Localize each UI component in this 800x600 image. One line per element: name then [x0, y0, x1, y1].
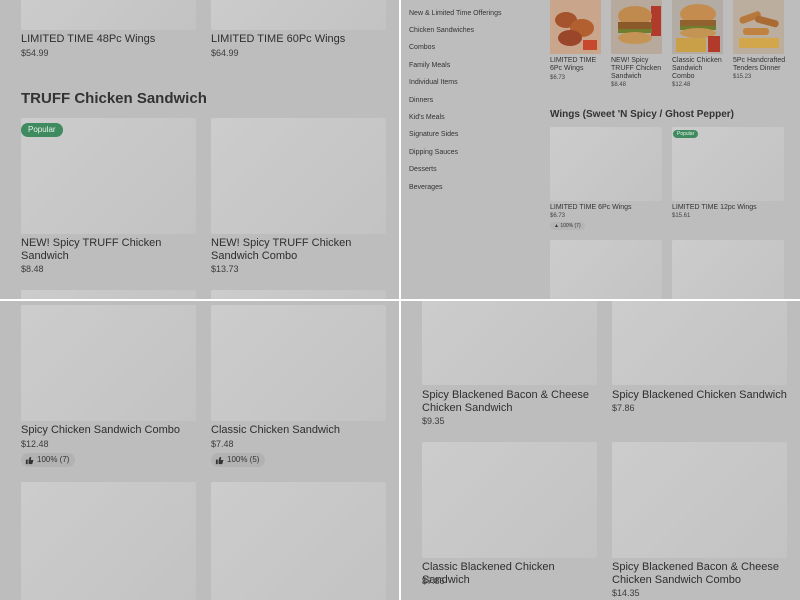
sidebar-item-family-meals[interactable]: Family Meals — [409, 62, 450, 69]
thumbs-up-icon — [25, 456, 34, 464]
featured-item-price: $15.23 — [733, 74, 752, 80]
popular-badge: Popular — [673, 130, 699, 138]
featured-item-price: $8.48 — [611, 82, 627, 88]
featured-item-image-wings[interactable] — [550, 0, 601, 54]
thumbs-up-icon: ▲ — [554, 223, 559, 229]
quadrant-bottom-right: Spicy Blackened Bacon & Cheese Chicken S… — [400, 300, 800, 600]
sidebar-item-kids-meals[interactable]: Kid's Meals — [409, 114, 445, 121]
item-price: $7.48 — [211, 439, 234, 449]
featured-item-name[interactable]: Classic Chicken Sandwich Combo — [672, 57, 724, 81]
item-name[interactable]: Classic Chicken Sandwich — [211, 424, 340, 437]
item-image[interactable] — [211, 305, 386, 421]
item-image[interactable] — [21, 482, 196, 600]
sidebar-item-signature-sides[interactable]: Signature Sides — [409, 131, 458, 138]
sidebar-item-new-limited[interactable]: New & Limited Time Offerings — [409, 10, 501, 17]
sidebar-item-dipping-sauces[interactable]: Dipping Sauces — [409, 149, 458, 156]
item-price: $14.35 — [612, 588, 640, 598]
featured-item-image-combo[interactable] — [672, 0, 723, 54]
sidebar-item-desserts[interactable]: Desserts — [409, 166, 437, 173]
item-name[interactable]: LIMITED TIME 6Pc Wings — [550, 204, 632, 212]
rating-badge: 100% (7) — [21, 453, 76, 467]
item-image[interactable] — [211, 0, 386, 30]
popular-badge: Popular — [21, 123, 63, 137]
item-price: $9.35 — [422, 416, 445, 426]
featured-item-name[interactable]: LIMITED TIME 6Pc Wings — [550, 57, 602, 73]
item-name[interactable]: NEW! Spicy TRUFF Chicken Sandwich — [21, 237, 191, 263]
item-image[interactable] — [21, 0, 196, 30]
item-image[interactable] — [422, 442, 597, 558]
featured-item-price: $6.73 — [550, 75, 566, 81]
quadrant-top-left: LIMITED TIME 48Pc Wings $54.99 LIMITED T… — [0, 0, 400, 300]
quadrant-divider-horizontal — [0, 299, 800, 301]
item-image[interactable] — [422, 300, 597, 385]
item-image[interactable] — [211, 118, 386, 234]
item-name[interactable]: LIMITED TIME 12pc Wings — [672, 204, 757, 212]
item-price: $15.61 — [672, 213, 691, 219]
item-image[interactable] — [211, 482, 386, 600]
featured-item-image-sandwich[interactable] — [611, 0, 662, 54]
item-name[interactable]: Spicy Blackened Chicken Sandwich — [612, 389, 792, 402]
item-price: $54.99 — [21, 48, 49, 58]
item-price: $7.86 — [612, 403, 635, 413]
rating-text: 100% (7) — [37, 455, 70, 464]
item-name[interactable]: LIMITED TIME 60Pc Wings — [211, 33, 345, 46]
sidebar-item-individual-items[interactable]: Individual Items — [409, 79, 458, 86]
item-price: $6.73 — [550, 213, 566, 219]
item-name[interactable]: LIMITED TIME 48Pc Wings — [21, 33, 155, 46]
featured-item-name[interactable]: 5Pc Handcrafted Tenders Dinner — [733, 57, 791, 73]
item-image[interactable] — [672, 240, 784, 300]
featured-item-image-tenders[interactable] — [733, 0, 784, 54]
item-price: $7.86 — [422, 576, 445, 586]
item-image[interactable] — [550, 127, 662, 201]
item-price: $64.99 — [211, 48, 239, 58]
item-name[interactable]: Spicy Blackened Bacon & Cheese Chicken S… — [422, 389, 597, 415]
section-title: Wings (Sweet 'N Spicy / Ghost Pepper) — [550, 109, 734, 120]
item-image[interactable] — [550, 240, 662, 300]
item-name[interactable]: Spicy Chicken Sandwich Combo — [21, 424, 180, 437]
sidebar-item-chicken-sandwiches[interactable]: Chicken Sandwiches — [409, 27, 474, 34]
item-price: $8.48 — [21, 264, 44, 274]
section-title: TRUFF Chicken Sandwich — [21, 90, 207, 107]
item-image[interactable] — [612, 300, 787, 385]
quadrant-top-right: New & Limited Time Offerings Chicken San… — [400, 0, 800, 300]
rating-text: 100% (7) — [560, 223, 581, 229]
item-name[interactable]: NEW! Spicy TRUFF Chicken Sandwich Combo — [211, 237, 381, 263]
featured-item-price: $12.48 — [672, 82, 691, 88]
rating-badge: ▲ 100% (7) — [550, 222, 585, 230]
item-price: $13.73 — [211, 264, 239, 274]
sidebar-item-dinners[interactable]: Dinners — [409, 97, 433, 104]
featured-item-name[interactable]: NEW! Spicy TRUFF Chicken Sandwich — [611, 57, 663, 81]
item-name[interactable]: Spicy Blackened Bacon & Cheese Chicken S… — [612, 561, 787, 587]
item-image[interactable] — [612, 442, 787, 558]
item-price: $12.48 — [21, 439, 49, 449]
quadrant-bottom-left: Spicy Chicken Sandwich Combo $12.48 100%… — [0, 300, 400, 600]
rating-badge: 100% (5) — [211, 453, 266, 467]
item-image[interactable] — [672, 127, 784, 201]
thumbs-up-icon — [215, 456, 224, 464]
sidebar-item-combos[interactable]: Combos — [409, 44, 435, 51]
item-image[interactable] — [21, 305, 196, 421]
item-name[interactable]: Classic Blackened Chicken Sandwich — [422, 561, 602, 587]
sidebar-item-beverages[interactable]: Beverages — [409, 184, 442, 191]
rating-text: 100% (5) — [227, 455, 260, 464]
